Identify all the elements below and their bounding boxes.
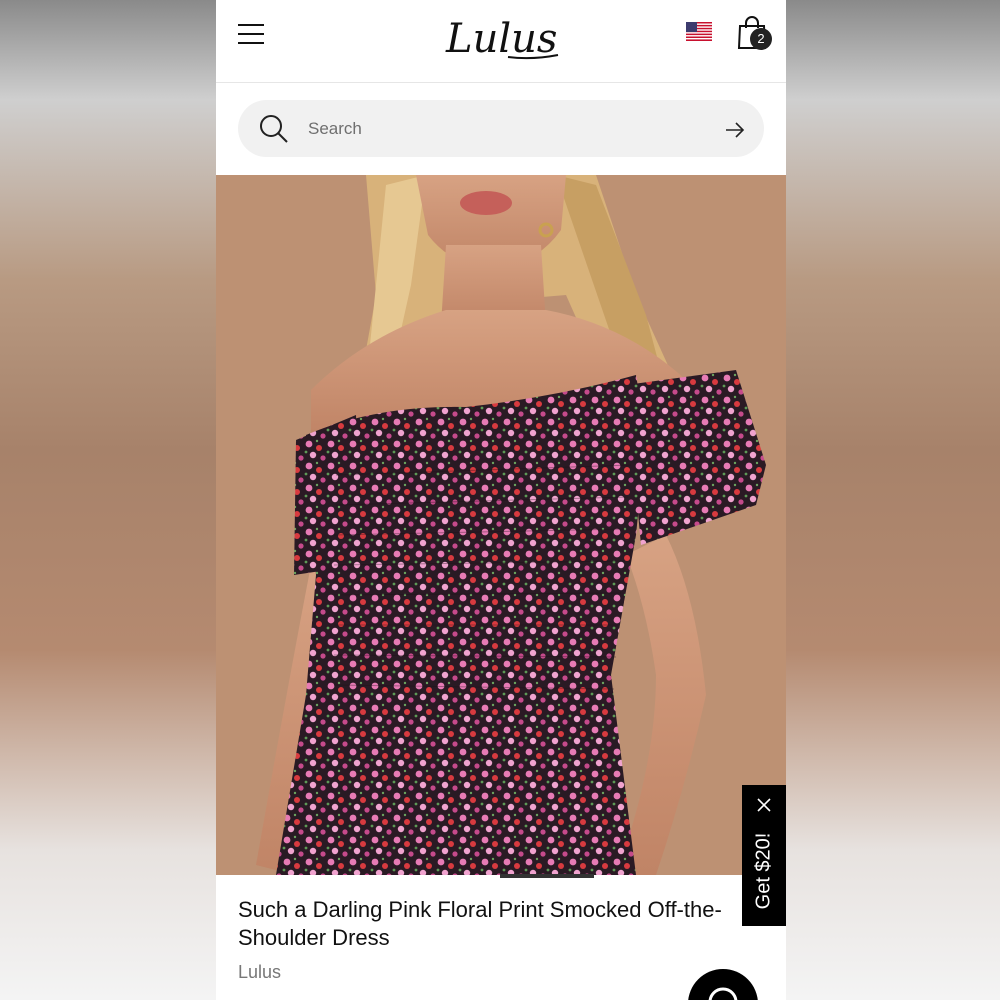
close-icon[interactable] [756,797,772,813]
arrow-right-icon[interactable] [724,119,746,141]
model-in-floral-dress-illustration [216,175,786,875]
product-brand[interactable]: Lulus [238,962,281,983]
us-flag-icon[interactable] [686,22,712,41]
search-bar[interactable] [238,100,764,157]
background-blur-left [0,0,216,1000]
chat-bubble-icon [708,987,738,1000]
search-icon [260,115,288,143]
search-input[interactable] [306,114,690,144]
product-hero-image[interactable] [216,175,786,875]
svg-text:Lulus: Lulus [445,16,557,62]
image-carousel-indicator[interactable] [500,874,594,878]
product-title: Such a Darling Pink Floral Print Smocked… [238,897,722,950]
mobile-page: Lulus 2 Search Get $20! Such a Darling P… [216,0,786,1000]
lulus-logo[interactable]: Lulus [442,10,562,66]
background-blur-right [786,0,1000,1000]
hamburger-menu-icon[interactable] [238,22,264,46]
chat-button[interactable] [688,969,758,1000]
cart-count-badge: 2 [750,28,772,50]
header-bar: Lulus 2 [216,0,786,83]
